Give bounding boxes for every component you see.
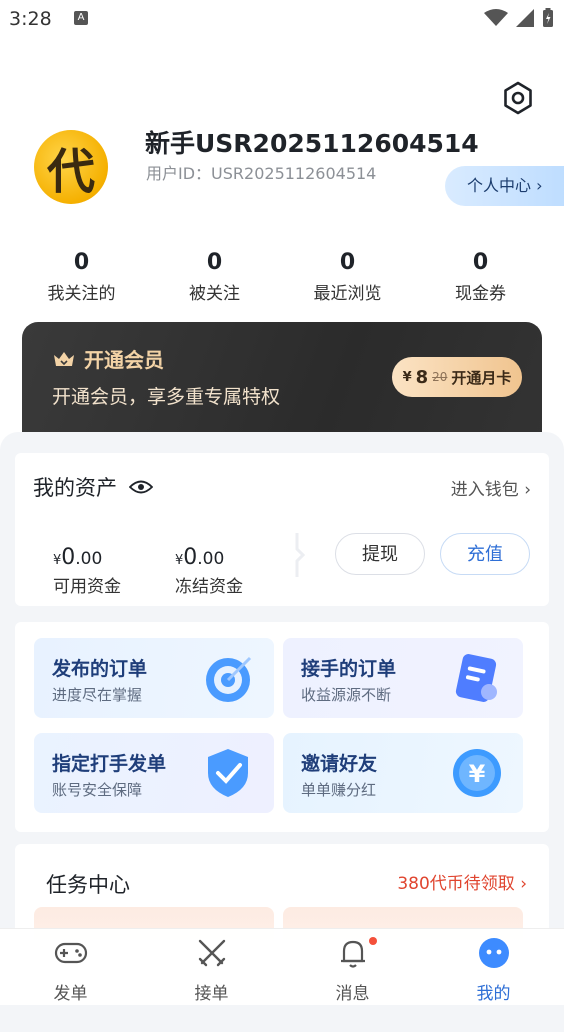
vip-title: 开通会员: [84, 348, 164, 372]
tab-label: 接单: [194, 984, 229, 1004]
open-monthly-card-button[interactable]: ¥ 8 20 开通月卡: [392, 357, 522, 397]
shield-check-icon: [208, 749, 248, 797]
published-orders-tile[interactable]: 发布的订单 进度尽在掌握: [34, 638, 274, 718]
accepted-orders-tile[interactable]: 接手的订单 收益源源不断: [283, 638, 523, 718]
assets-card: 我的资产 进入钱包 › ¥0.00 可用资金 ¥0.00 冻结资金 提现 充值: [15, 453, 549, 606]
vip-price: 8: [415, 366, 429, 388]
stat-value: 0: [339, 250, 356, 275]
crossed-swords-icon: [198, 939, 225, 967]
assets-title: 我的资产: [33, 476, 117, 500]
bottom-tab-bar: 发单 接单 消息 我的: [0, 928, 564, 1005]
cell-signal-icon: [516, 9, 534, 27]
feature-grid: 发布的订单 进度尽在掌握 接手的订单 收益源源不断 指定打手发单 账号安全保障 …: [15, 622, 549, 832]
vip-old-price: 20: [432, 370, 448, 384]
tab-label: 发单: [53, 984, 88, 1004]
available-funds: ¥0.00 可用资金: [53, 545, 121, 597]
stat-recent[interactable]: 0 最近浏览: [281, 250, 414, 304]
stat-coupons[interactable]: 0 现金券: [414, 250, 547, 304]
yuan-coin-icon: ¥: [453, 749, 501, 797]
stat-label: 我关注的: [47, 284, 116, 304]
unread-dot: [369, 937, 377, 945]
tab-post-order[interactable]: 发单: [0, 929, 141, 1005]
tab-messages[interactable]: 消息: [282, 929, 423, 1005]
chat-bubble-icon: [478, 938, 509, 968]
svg-text:¥: ¥: [469, 760, 486, 788]
available-label: 可用资金: [53, 577, 121, 597]
status-time: 3:28: [9, 8, 52, 30]
target-icon: [206, 656, 252, 702]
stat-label: 最近浏览: [313, 284, 382, 304]
eye-icon[interactable]: [129, 479, 153, 495]
recharge-button[interactable]: 充值: [440, 533, 530, 575]
tab-label: 我的: [476, 984, 511, 1004]
stat-followers[interactable]: 0 被关注: [148, 250, 281, 304]
withdraw-button[interactable]: 提现: [335, 533, 425, 575]
tab-me[interactable]: 我的: [423, 929, 564, 1005]
username: 新手USR2025112604514: [145, 129, 479, 158]
frozen-amount: 0: [183, 545, 198, 570]
task-center-title: 任务中心: [46, 873, 130, 897]
stat-following[interactable]: 0 我关注的: [15, 250, 148, 304]
clipboard-icon: [455, 654, 497, 702]
wifi-icon: [484, 9, 508, 26]
vip-currency: ¥: [402, 369, 412, 385]
stat-value: 0: [206, 250, 223, 275]
battery-icon: [543, 8, 553, 27]
enter-wallet-link[interactable]: 进入钱包 ›: [451, 475, 531, 500]
frozen-funds: ¥0.00 冻结资金: [175, 545, 243, 597]
vip-subtitle: 开通会员，享多重专属特权: [52, 386, 281, 408]
stat-label: 现金券: [455, 284, 506, 304]
tab-label: 消息: [335, 984, 370, 1004]
invite-friends-tile[interactable]: 邀请好友 单单赚分红 ¥: [283, 733, 523, 813]
tab-accept-order[interactable]: 接单: [141, 929, 282, 1005]
divider-arrow-icon: [295, 533, 306, 577]
stat-label: 被关注: [189, 284, 240, 304]
user-id: 用户ID：USR2025112604514: [146, 164, 377, 183]
gamepad-icon: [54, 942, 87, 964]
avatar[interactable]: 代: [34, 130, 108, 204]
claim-tokens-link[interactable]: 380代币待领取 ›: [397, 869, 527, 894]
settings-icon[interactable]: [500, 80, 536, 116]
stat-value: 0: [73, 250, 90, 275]
notification-a-icon: A: [74, 11, 88, 25]
frozen-label: 冻结资金: [175, 577, 243, 597]
vip-button-label: 开通月卡: [451, 368, 512, 387]
personal-center-button[interactable]: 个人中心 ›: [445, 166, 564, 206]
available-amount: 0: [61, 545, 76, 570]
crown-icon: [54, 351, 74, 366]
bell-icon: [340, 940, 365, 968]
stats-row: 0 我关注的 0 被关注 0 最近浏览 0 现金券: [0, 250, 564, 304]
designated-player-order-tile[interactable]: 指定打手发单 账号安全保障: [34, 733, 274, 813]
stat-value: 0: [472, 250, 489, 275]
profile-header: 3:28 A 代 新手USR2025112604514 用户ID：USR2025…: [0, 0, 564, 452]
status-bar: 3:28 A: [0, 0, 564, 40]
